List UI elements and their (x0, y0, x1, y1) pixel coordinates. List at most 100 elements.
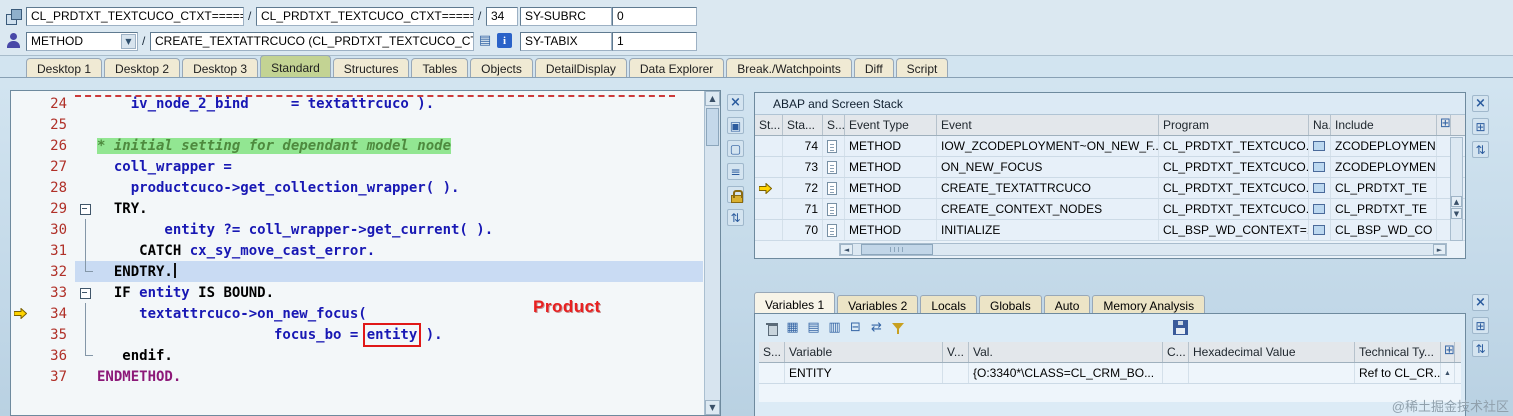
services-icon[interactable] (727, 117, 744, 134)
scroll-up-icon[interactable]: ▲ (1441, 363, 1455, 383)
table-append-icon[interactable] (826, 319, 843, 336)
variables-column-header-s[interactable]: S... (759, 342, 785, 362)
stack-column-header-st[interactable]: St... (755, 115, 783, 135)
editor-vertical-scrollbar[interactable]: ▲ ▼ (704, 91, 720, 415)
fold-marker-icon[interactable] (75, 261, 97, 282)
source-name-field[interactable]: CL_PRDTXT_TEXTCUCO_CTXT======.. (256, 7, 474, 26)
fold-marker-icon[interactable] (75, 324, 97, 345)
stack-row[interactable]: 70 METHOD INITIALIZE CL_BSP_WD_CONTEXT=... C… (755, 220, 1465, 241)
scroll-left-icon[interactable]: ◄ (840, 244, 853, 255)
stack-column-header-event[interactable]: Event (937, 115, 1159, 135)
variables-column-header-val[interactable]: Val. (969, 342, 1163, 362)
swap-icon[interactable] (1472, 141, 1489, 158)
scrollbar-thumb[interactable] (706, 108, 719, 146)
tab-objects[interactable]: Objects (470, 58, 533, 77)
fold-marker-icon[interactable] (75, 282, 97, 303)
display-icon[interactable] (727, 140, 744, 157)
filter-icon[interactable] (889, 319, 906, 336)
variable-row[interactable]: ENTITY {O:3340*\CLASS=CL_CRM_BO... Ref to … (759, 363, 1461, 384)
code-line[interactable]: 29 TRY. (11, 198, 703, 219)
stack-horizontal-scrollbar[interactable]: ◄ ► (839, 243, 1447, 256)
tab-break-watchpoints[interactable]: Break./Watchpoints (726, 58, 852, 77)
stack-row[interactable]: 73 METHOD ON_NEW_FOCUS CL_PRDTXT_TEXTCUCO..… (755, 157, 1465, 178)
close-icon[interactable] (1472, 95, 1489, 112)
table-settings-icon[interactable] (1472, 317, 1489, 334)
fold-marker-icon[interactable] (75, 198, 97, 219)
fold-marker-icon[interactable] (75, 219, 97, 240)
stack-row[interactable]: 74 METHOD IOW_ZCODEPLOYMENT~ON_NEW_F... CL_… (755, 136, 1465, 157)
scroll-up-icon[interactable]: ▲ (705, 91, 720, 106)
stack-column-header-s[interactable]: S... (823, 115, 845, 135)
sy-tabix-value[interactable]: 1 (612, 32, 697, 51)
tab-structures[interactable]: Structures (332, 58, 410, 77)
code-line[interactable]: 32 ENDTRY. (11, 261, 703, 282)
tab-standard[interactable]: Standard (260, 55, 331, 77)
code-line[interactable]: 28 productcuco->get_collection_wrapper( … (11, 177, 703, 198)
scrollbar-thumb[interactable] (861, 244, 933, 255)
lock-icon[interactable] (727, 186, 744, 203)
code-line[interactable]: 31 CATCH cx_sy_move_cast_error. (11, 240, 703, 261)
tab-diff[interactable]: Diff (853, 58, 894, 77)
fold-marker-icon[interactable] (75, 345, 97, 366)
navigate-icon[interactable] (1309, 157, 1331, 177)
main-program-field[interactable]: CL_PRDTXT_TEXTCUCO_CTXT======.. (26, 7, 244, 26)
variables-column-header-v[interactable]: V... (943, 342, 969, 362)
code-line[interactable]: 35 focus_bo = entity ). (11, 322, 703, 347)
tab-detaildisplay[interactable]: DetailDisplay (534, 58, 627, 77)
tab-tables[interactable]: Tables (411, 58, 469, 77)
swap-rows-icon[interactable] (868, 319, 885, 336)
variables-column-header-hexadecimal-value[interactable]: Hexadecimal Value (1189, 342, 1355, 362)
save-icon[interactable] (1173, 320, 1188, 335)
tab-auto[interactable]: Auto (1043, 295, 1091, 314)
delete-icon[interactable] (763, 319, 780, 336)
close-icon[interactable] (727, 94, 744, 111)
tab-locals[interactable]: Locals (920, 295, 977, 314)
tab-data-explorer[interactable]: Data Explorer (628, 58, 725, 77)
navigate-icon[interactable] (1309, 199, 1331, 219)
code-line[interactable]: 24 iv_node_2_bind = textattrcuco ). (11, 93, 703, 114)
stack-row[interactable]: 72 METHOD CREATE_TEXTATTRCUCO CL_PRDTXT_TEX… (755, 178, 1465, 199)
stack-row[interactable]: 71 METHOD CREATE_CONTEXT_NODES CL_PRDTXT_TE… (755, 199, 1465, 220)
sy-tabix-field[interactable]: SY-TABIX (520, 32, 612, 51)
variables-column-header-c[interactable]: C... (1163, 342, 1189, 362)
fold-marker-icon[interactable] (75, 303, 97, 324)
tab-variables-1[interactable]: Variables 1 (754, 292, 836, 314)
variables-column-header-variable[interactable]: Variable (785, 342, 943, 362)
tab-desktop-1[interactable]: Desktop 1 (26, 58, 103, 77)
source-code-editor[interactable]: 24 iv_node_2_bind = textattrcuco ). 25 26 *… (10, 90, 721, 416)
scroll-up-icon[interactable]: ▲ (1451, 196, 1462, 207)
variables-column-header-technical-ty[interactable]: Technical Ty... (1355, 342, 1441, 362)
code-line[interactable]: 25 (11, 114, 703, 135)
scroll-right-icon[interactable]: ► (1433, 244, 1446, 255)
line-number-field[interactable]: 34 (486, 7, 518, 26)
list-icon[interactable] (727, 163, 744, 180)
scroll-down-icon[interactable]: ▼ (705, 400, 720, 415)
code-line[interactable]: 27 coll_wrapper = (11, 156, 703, 177)
stack-column-header-program[interactable]: Program (1159, 115, 1309, 135)
stack-column-header-na[interactable]: Na... (1309, 115, 1331, 135)
close-icon[interactable] (1472, 294, 1489, 311)
tab-desktop-2[interactable]: Desktop 2 (104, 58, 181, 77)
chevron-down-icon[interactable]: ▼ (121, 34, 136, 49)
table-settings-icon[interactable] (1472, 118, 1489, 135)
table-settings-icon[interactable] (1437, 115, 1451, 135)
table-display-icon[interactable] (805, 319, 822, 336)
sy-subrc-field[interactable]: SY-SUBRC (520, 7, 612, 26)
tab-script[interactable]: Script (895, 58, 949, 77)
event-name-field[interactable]: CREATE_TEXTATTRCUCO (CL_PRDTXT_TEXTCUCO_… (150, 32, 474, 51)
source-display-icon[interactable]: ▤ (477, 32, 493, 48)
info-icon[interactable] (497, 33, 512, 48)
tab-variables-2[interactable]: Variables 2 (837, 295, 919, 314)
table-settings-icon[interactable] (1441, 342, 1455, 362)
code-line[interactable]: 37 ENDMETHOD. (11, 366, 703, 387)
tab-memory-analysis[interactable]: Memory Analysis (1092, 295, 1206, 314)
swap-icon[interactable] (1472, 340, 1489, 357)
tab-globals[interactable]: Globals (979, 295, 1042, 314)
stack-column-header-sta[interactable]: Sta... (783, 115, 823, 135)
stack-column-header-include[interactable]: Include (1331, 115, 1437, 135)
stack-vertical-scrollbar[interactable]: ▲ ▼ (1450, 137, 1463, 241)
swap-icon[interactable] (727, 209, 744, 226)
navigate-icon[interactable] (1309, 220, 1331, 240)
code-line[interactable]: 26 * initial setting for dependant model … (11, 135, 703, 156)
code-line[interactable]: 30 entity ?= coll_wrapper->get_current( … (11, 219, 703, 240)
